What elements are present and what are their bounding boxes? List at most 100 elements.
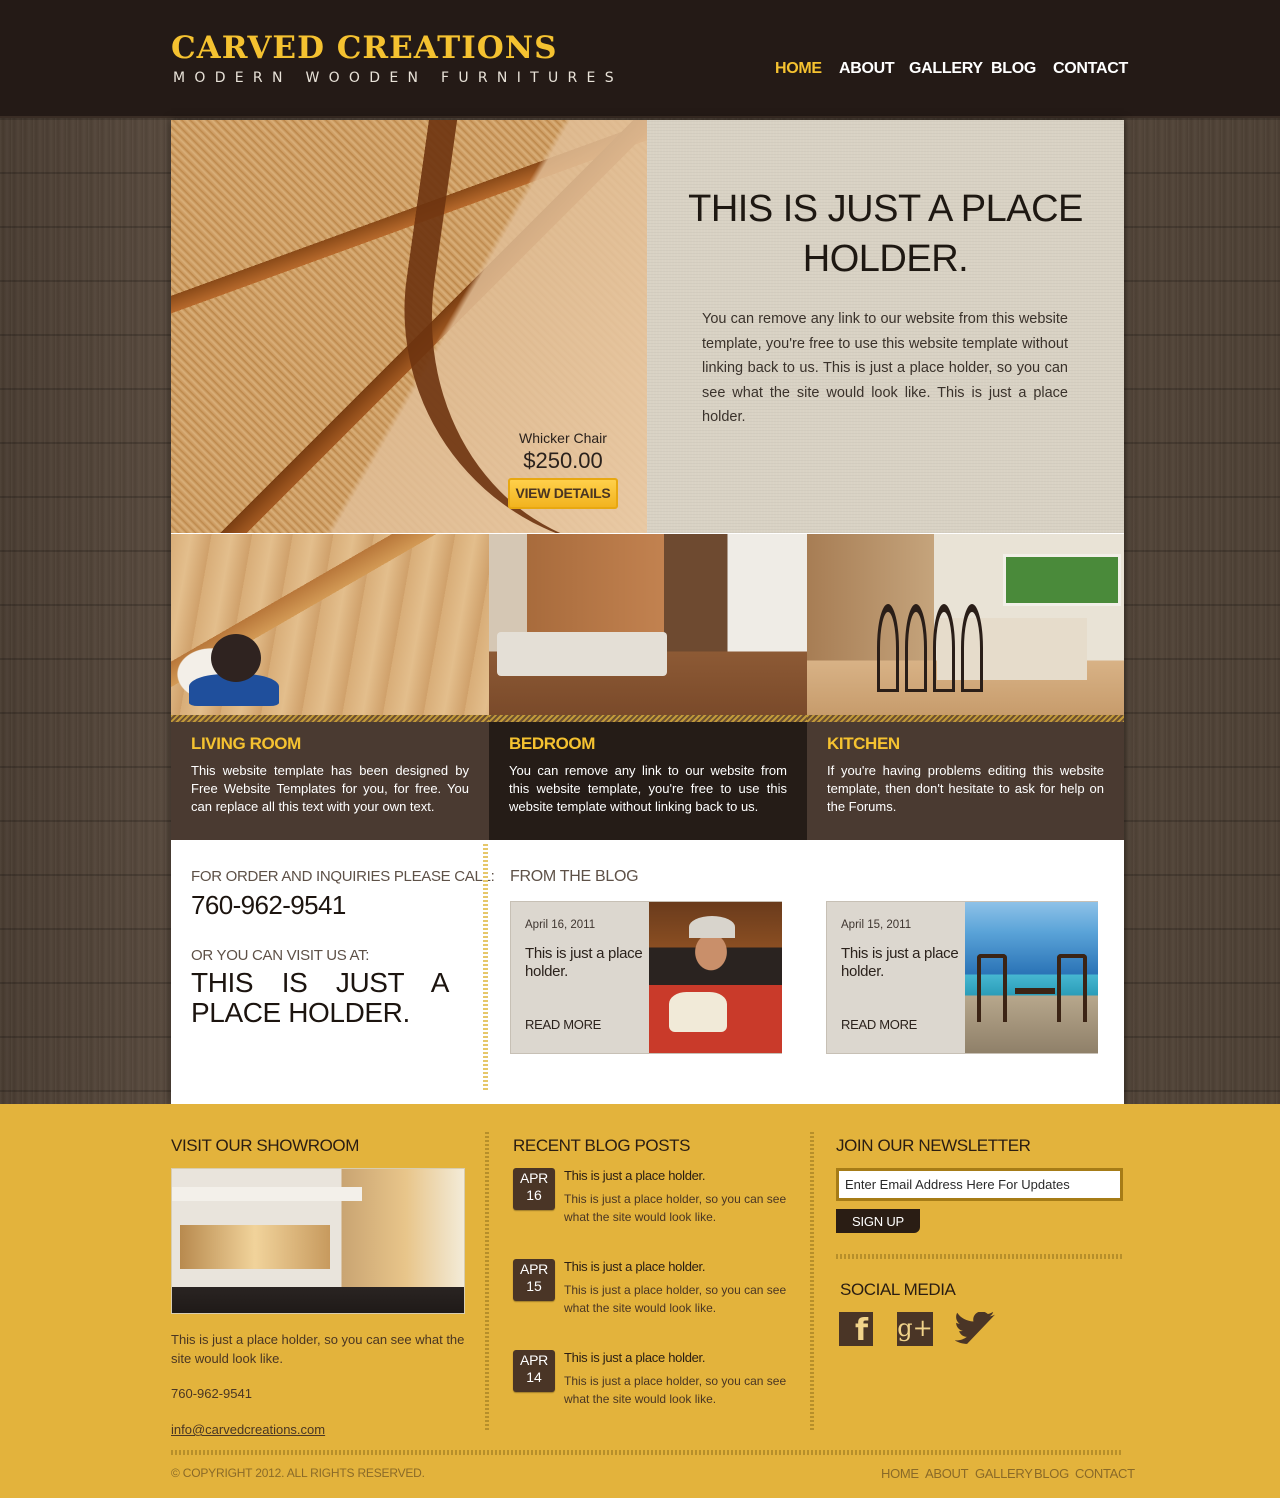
chair-shape [1057, 954, 1087, 1022]
recent-post: APR 16 This is just a place holder. This… [513, 1168, 793, 1238]
showroom-image [171, 1168, 465, 1314]
kitchen-island-shape [937, 618, 1087, 680]
footer-divider [485, 1132, 489, 1432]
room-body: BEDROOM You can remove any link to our w… [489, 722, 807, 840]
room-title[interactable]: BEDROOM [509, 734, 787, 754]
post-month: APR [520, 1170, 548, 1186]
calendar-icon: APR 14 [513, 1350, 555, 1392]
footer-divider [810, 1132, 814, 1432]
post-month: APR [520, 1261, 548, 1277]
main-nav: HOME ABOUT GALLERY BLOG CONTACT [0, 60, 1280, 84]
craftsman-image[interactable] [649, 902, 782, 1053]
visit-label: OR YOU CAN VISIT US AT: [191, 947, 370, 964]
sofa-shape [497, 632, 667, 676]
footer-nav-home[interactable]: HOME [881, 1466, 919, 1481]
hero-chair-image: Whicker Chair $250.00 VIEW DETAILS [171, 120, 647, 533]
post-title[interactable]: This is just a place holder. [564, 1350, 705, 1365]
stool-shape [877, 604, 899, 692]
google-plus-icon[interactable]: g+ [897, 1312, 933, 1346]
room-title[interactable]: LIVING ROOM [191, 734, 469, 754]
table-shape [1015, 988, 1055, 994]
chair-shape [977, 954, 1007, 1022]
blog-card: April 16, 2011 This is just a place hold… [510, 901, 782, 1054]
hero-paragraph: You can remove any link to our website f… [702, 311, 1068, 425]
view-details-button[interactable]: VIEW DETAILS [508, 478, 618, 509]
kitchen-window-shape [1003, 554, 1121, 606]
footer-nav-contact[interactable]: CONTACT [1075, 1466, 1135, 1481]
post-day: 16 [526, 1187, 542, 1203]
hero-text-panel: THIS IS JUST A PLACE HOLDER. You can rem… [647, 120, 1124, 533]
twitter-bird-svg [954, 1311, 995, 1344]
hero-title: THIS IS JUST A PLACE HOLDER. [688, 188, 1083, 280]
footer-nav-blog[interactable]: BLOG [1034, 1466, 1069, 1481]
room-text: You can remove any link to our website f… [509, 763, 787, 814]
post-day: 14 [526, 1369, 542, 1385]
living-room-image[interactable] [171, 534, 489, 715]
copyright: © COPYRIGHT 2012. ALL RIGHTS RESERVED. [171, 1466, 425, 1480]
blog-date: April 16, 2011 [525, 919, 596, 931]
twitter-icon[interactable] [954, 1311, 997, 1346]
room-title[interactable]: KITCHEN [827, 734, 1104, 754]
facebook-icon[interactable]: f [839, 1312, 873, 1346]
nav-contact[interactable]: CONTACT [1053, 60, 1128, 78]
room-card-bedroom[interactable]: BEDROOM You can remove any link to our w… [489, 534, 807, 840]
post-day: 15 [526, 1278, 542, 1294]
blog-title[interactable]: This is just a place holder. [841, 945, 961, 981]
newsletter-email-input[interactable] [836, 1168, 1123, 1201]
footer-nav-gallery[interactable]: GALLERY [975, 1466, 1033, 1481]
visit-address: THIS IS JUST A PLACE HOLDER. [191, 967, 449, 1028]
nav-gallery[interactable]: GALLERY [909, 60, 983, 78]
blog-card: April 15, 2011 This is just a place hold… [826, 901, 1098, 1054]
read-more-link[interactable]: READ MORE [841, 1017, 917, 1032]
post-text: This is just a place holder, so you can … [564, 1374, 787, 1406]
site-footer: VISIT OUR SHOWROOM This is just a place … [0, 1104, 1280, 1498]
beach-furniture-image[interactable] [965, 902, 1098, 1053]
newsletter-heading: JOIN OUR NEWSLETTER [836, 1136, 1031, 1155]
blog-title[interactable]: This is just a place holder. [525, 945, 645, 981]
showroom-heading: VISIT OUR SHOWROOM [171, 1136, 359, 1155]
showroom-text: This is just a place holder, so you can … [171, 1332, 465, 1366]
person-head-shape [211, 634, 261, 682]
footer-nav-about[interactable]: ABOUT [925, 1466, 969, 1481]
post-title[interactable]: This is just a place holder. [564, 1259, 705, 1274]
interior-glow-shape [180, 1225, 330, 1269]
blog-heading: FROM THE BLOG [510, 868, 639, 885]
room-card-living[interactable]: LIVING ROOM This website template has be… [171, 534, 489, 840]
roof-shape [172, 1187, 362, 1201]
read-more-link[interactable]: READ MORE [525, 1017, 601, 1032]
stool-shape [933, 604, 955, 692]
bedroom-image[interactable] [489, 534, 807, 715]
post-text: This is just a place holder, so you can … [564, 1283, 787, 1315]
main-content: Whicker Chair $250.00 VIEW DETAILS THIS … [171, 120, 1124, 1104]
room-text: If you're having problems editing this w… [827, 763, 1104, 814]
showroom-phone: 760-962-9541 [171, 1386, 252, 1401]
calendar-icon: APR 15 [513, 1259, 555, 1301]
room-body: KITCHEN If you're having problems editin… [807, 722, 1124, 840]
post-text: This is just a place holder, so you can … [564, 1192, 787, 1224]
vertical-divider [483, 844, 488, 1092]
calendar-icon: APR 16 [513, 1168, 555, 1210]
social-heading: SOCIAL MEDIA [840, 1280, 956, 1299]
showroom-email-link[interactable]: info@carvedcreations.com [171, 1422, 325, 1437]
fan-shape [669, 992, 727, 1032]
site-header: CARVED CREATIONS MODERN WOODEN FURNITURE… [0, 0, 1280, 118]
room-card-kitchen[interactable]: KITCHEN If you're having problems editin… [807, 534, 1124, 840]
kitchen-image[interactable] [807, 534, 1124, 715]
room-categories: LIVING ROOM This website template has be… [171, 534, 1124, 840]
nav-blog[interactable]: BLOG [991, 60, 1036, 78]
room-text: This website template has been designed … [191, 763, 469, 814]
nav-home[interactable]: HOME [775, 60, 822, 78]
footer-bottom-divider [171, 1450, 1123, 1455]
room-divider-band [489, 715, 807, 722]
nav-about[interactable]: ABOUT [839, 60, 895, 78]
room-body: LIVING ROOM This website template has be… [171, 722, 489, 840]
post-month: APR [520, 1352, 548, 1368]
order-phone: 760-962-9541 [191, 890, 346, 920]
stool-shape [905, 604, 927, 692]
product-name: Whicker Chair [519, 430, 607, 446]
post-title[interactable]: This is just a place holder. [564, 1168, 705, 1183]
sign-up-button[interactable]: SIGN UP [836, 1209, 920, 1233]
room-divider-band [807, 715, 1124, 722]
recent-post: APR 15 This is just a place holder. This… [513, 1259, 793, 1329]
room-divider-band [171, 715, 489, 722]
